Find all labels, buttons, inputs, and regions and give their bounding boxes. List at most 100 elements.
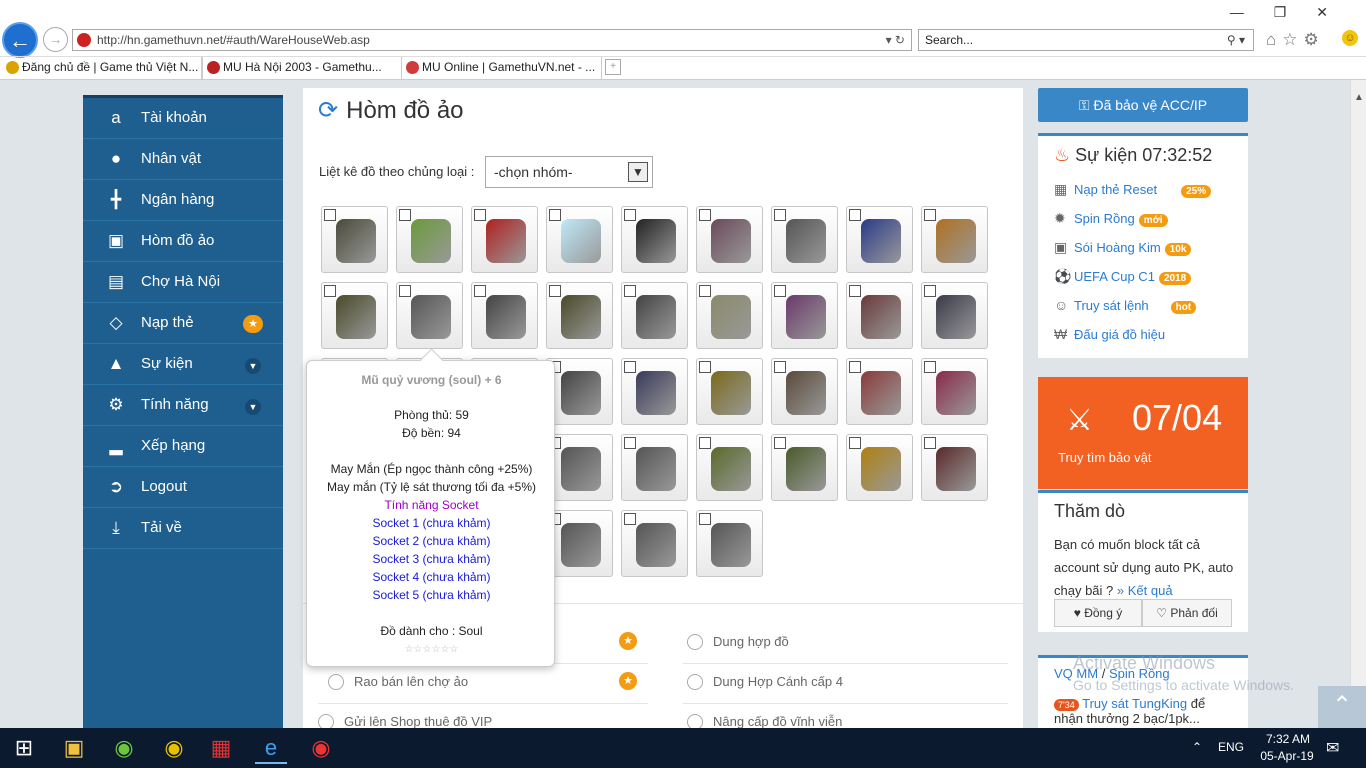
item-slot[interactable] <box>696 510 763 577</box>
item-slot[interactable] <box>921 282 988 349</box>
feedback-smiley-icon[interactable]: ☺ <box>1342 30 1358 46</box>
item-checkbox[interactable] <box>624 437 636 449</box>
back-to-top-button[interactable]: ⌃ <box>1318 686 1366 728</box>
radio-button[interactable] <box>687 634 703 650</box>
page-scrollbar[interactable]: ▲ ▼ <box>1350 80 1366 728</box>
sidebar-item-events[interactable]: ▲ Sự kiện ▼ <box>83 344 283 385</box>
option-sell-market[interactable]: Rao bán lên chợ ảo <box>328 672 468 694</box>
restore-icon[interactable]: ❐ <box>1274 4 1317 20</box>
item-slot[interactable] <box>396 206 463 273</box>
item-checkbox[interactable] <box>624 361 636 373</box>
minimize-icon[interactable]: — <box>1230 4 1274 20</box>
window-controls[interactable]: —❐✕ <box>1230 4 1358 21</box>
item-checkbox[interactable] <box>924 285 936 297</box>
sidebar-item-download[interactable]: ⤓ Tải về <box>83 508 283 549</box>
item-checkbox[interactable] <box>699 285 711 297</box>
internet-explorer-icon[interactable]: e <box>255 732 287 764</box>
item-slot[interactable] <box>396 282 463 349</box>
item-slot[interactable] <box>546 510 613 577</box>
item-checkbox[interactable] <box>774 437 786 449</box>
sidebar-item-features[interactable]: ⚙ Tính năng ▼ <box>83 385 283 426</box>
item-slot[interactable] <box>846 282 913 349</box>
item-checkbox[interactable] <box>849 285 861 297</box>
sidebar-item-logout[interactable]: ➲ Logout <box>83 467 283 508</box>
item-slot[interactable] <box>696 434 763 501</box>
option-fuse-wings-4[interactable]: Dung Hợp Cánh cấp 4 <box>687 672 843 694</box>
item-checkbox[interactable] <box>849 437 861 449</box>
home-icon[interactable]: ⌂ <box>1266 30 1282 49</box>
item-slot[interactable] <box>546 358 613 425</box>
item-checkbox[interactable] <box>324 285 336 297</box>
option-fuse-items[interactable]: Dung hợp đồ <box>687 632 789 654</box>
search-icon[interactable]: ⚲ ▾ <box>1227 30 1245 50</box>
chevron-down-icon[interactable]: ▼ <box>245 358 261 374</box>
refresh-icon[interactable]: ▾ ↻ <box>886 30 905 50</box>
item-checkbox[interactable] <box>924 437 936 449</box>
news-link[interactable]: Truy sát TungKing <box>1082 696 1187 711</box>
event-link[interactable]: ▦ Nạp thẻ Reset 25% <box>1054 181 1212 198</box>
toolbar-icons[interactable]: ⌂☆⚙ <box>1266 30 1325 50</box>
clock-time[interactable]: 7:32 AM <box>1258 732 1318 746</box>
back-button[interactable]: ← <box>2 22 38 58</box>
refresh-icon[interactable]: ⟳ <box>318 97 338 124</box>
item-slot[interactable] <box>696 206 763 273</box>
item-checkbox[interactable] <box>699 209 711 221</box>
radio-button[interactable] <box>687 674 703 690</box>
item-slot[interactable] <box>621 282 688 349</box>
tab-gamethu-forum[interactable]: Đăng chủ đề | Game thủ Việt N... <box>2 57 202 79</box>
account-protected-button[interactable]: ⚿ Đã bảo vệ ACC/IP <box>1038 88 1248 122</box>
event-link[interactable]: ⚽ UEFA Cup C1 2018 <box>1054 268 1192 285</box>
forward-button[interactable]: → <box>43 27 68 52</box>
settings-gear-icon[interactable]: ⚙ <box>1304 30 1325 49</box>
item-checkbox[interactable] <box>324 209 336 221</box>
file-explorer-icon[interactable]: ▣ <box>58 732 90 764</box>
item-slot[interactable] <box>621 206 688 273</box>
item-checkbox[interactable] <box>474 285 486 297</box>
tray-chevron-icon[interactable]: ⌃ <box>1192 740 1202 754</box>
item-checkbox[interactable] <box>924 209 936 221</box>
sidebar-item-ranking[interactable]: ▂ Xếp hạng <box>83 426 283 467</box>
item-slot[interactable] <box>846 358 913 425</box>
item-slot[interactable] <box>621 434 688 501</box>
event-link[interactable]: ₩ Đấu giá đồ hiệu <box>1054 326 1165 342</box>
close-icon[interactable]: ✕ <box>1316 4 1358 20</box>
option-send-vip-shop[interactable]: Gửi lên Shop thuê đồ VIP <box>318 712 492 728</box>
item-slot[interactable] <box>696 358 763 425</box>
item-slot[interactable] <box>546 434 613 501</box>
chevron-down-icon[interactable]: ▼ <box>245 399 261 415</box>
item-slot[interactable] <box>771 206 838 273</box>
poll-result-link[interactable]: » Kết quả <box>1117 583 1173 598</box>
item-slot[interactable] <box>921 434 988 501</box>
item-checkbox[interactable] <box>399 209 411 221</box>
clock-date[interactable]: 05-Apr-19 <box>1254 749 1320 763</box>
item-checkbox[interactable] <box>549 209 561 221</box>
option-permanent-upgrade[interactable]: Nâng cấp đồ vĩnh viễn <box>687 712 842 728</box>
radio-button[interactable] <box>328 674 344 690</box>
category-select[interactable]: -chọn nhóm- ▼ <box>485 156 653 188</box>
language-indicator[interactable]: ENG <box>1218 740 1244 754</box>
item-checkbox[interactable] <box>849 209 861 221</box>
promo-banner[interactable]: ⚔ 07/04 Truy tìm bảo vật <box>1038 377 1248 489</box>
search-box[interactable]: Search... ⚲ ▾ <box>918 29 1254 51</box>
sidebar-item-market[interactable]: ▤ Chợ Hà Nội <box>83 262 283 303</box>
item-checkbox[interactable] <box>774 361 786 373</box>
item-slot[interactable] <box>846 206 913 273</box>
network-app-icon[interactable]: ▦ <box>205 732 237 764</box>
item-checkbox[interactable] <box>399 285 411 297</box>
sidebar-item-character[interactable]: ● Nhân vật <box>83 139 283 180</box>
item-slot[interactable] <box>621 510 688 577</box>
item-slot[interactable] <box>846 434 913 501</box>
item-slot[interactable] <box>321 282 388 349</box>
windows-start-icon[interactable]: ⊞ <box>8 732 40 764</box>
item-slot[interactable] <box>771 358 838 425</box>
sidebar-item-account[interactable]: a Tài khoản <box>83 98 283 139</box>
garena-icon[interactable]: ◉ <box>158 732 190 764</box>
item-slot[interactable] <box>546 206 613 273</box>
tab-mu-online[interactable]: MU Online | GamethuVN.net - ... <box>402 57 602 79</box>
item-slot[interactable] <box>921 206 988 273</box>
item-checkbox[interactable] <box>624 285 636 297</box>
poll-disagree-button[interactable]: ♡ Phản đối <box>1142 599 1232 627</box>
item-checkbox[interactable] <box>699 361 711 373</box>
item-checkbox[interactable] <box>474 209 486 221</box>
item-checkbox[interactable] <box>699 437 711 449</box>
